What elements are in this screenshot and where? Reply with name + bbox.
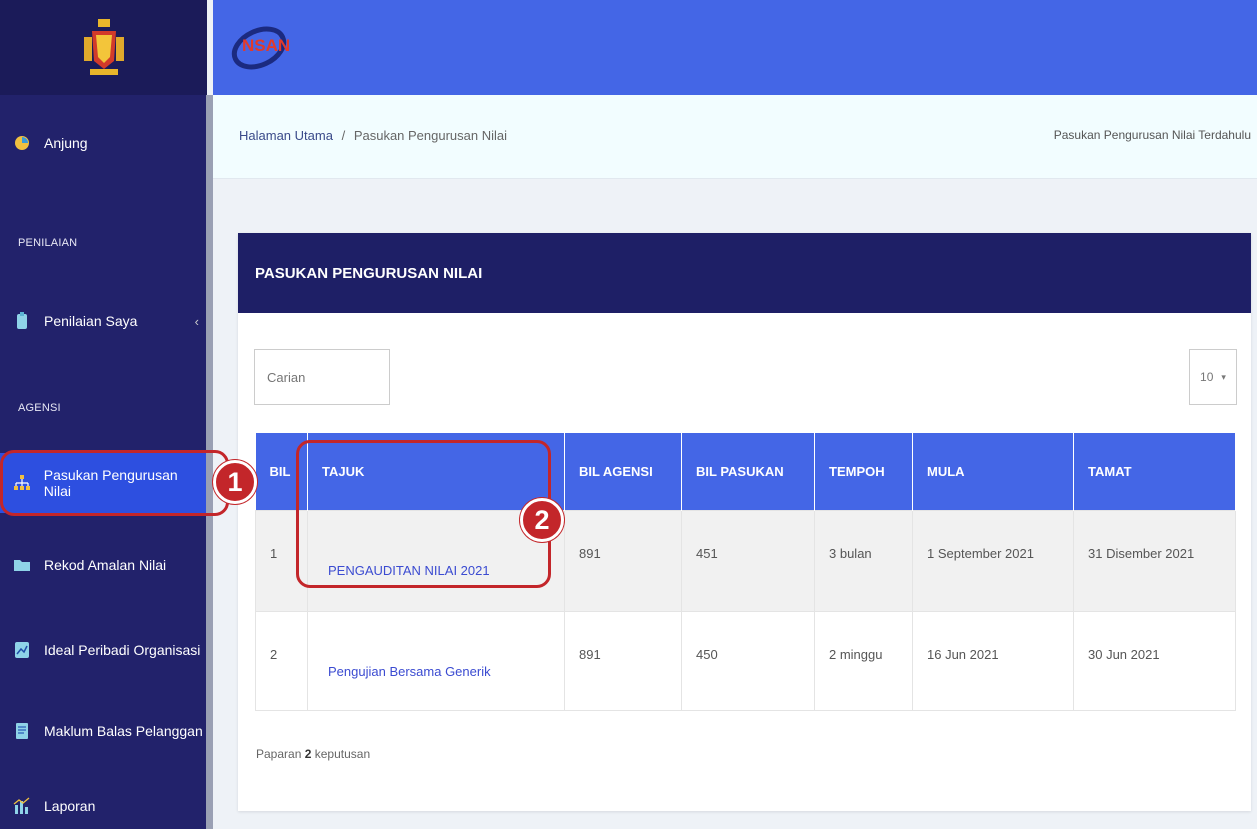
sidebar-item-label: Rekod Amalan Nilai [44, 557, 167, 573]
breadcrumb-current: Pasukan Pengurusan Nilai [353, 128, 508, 143]
sidebar-item-label: Anjung [44, 135, 88, 151]
coat-of-arms-logo [0, 0, 207, 95]
chevron-left-icon: ‹ [194, 313, 199, 329]
column-header-tempoh[interactable]: TEMPOH [814, 433, 913, 510]
breadcrumb: Halaman Utama / Pasukan Pengurusan Nilai [239, 128, 507, 143]
column-header-bil-agensi[interactable]: BIL AGENSI [564, 433, 682, 510]
table-row: 2 Pengujian Bersama Generik 891 450 2 mi… [255, 610, 1236, 711]
sidebar-item-anjung[interactable]: Anjung [0, 125, 207, 161]
sidebar-item-ideal-peribadi-organisasi[interactable]: Ideal Peribadi Organisasi [0, 632, 207, 668]
clipboard-icon [12, 311, 32, 331]
previous-teams-link[interactable]: Pasukan Pengurusan Nilai Terdahulu [1054, 128, 1251, 142]
sidebar-item-maklum-balas-pelanggan[interactable]: Maklum Balas Pelanggan [0, 713, 207, 749]
highlight-box-step-1 [0, 450, 229, 516]
cell-bil-agensi: 891 [564, 509, 682, 612]
column-header-tamat[interactable]: TAMAT [1073, 433, 1236, 510]
cell-bil-pasukan: 451 [681, 509, 815, 612]
sidebar-item-label: Penilaian Saya [44, 313, 138, 329]
cell-tempoh: 2 minggu [814, 610, 913, 711]
highlight-box-step-2 [296, 440, 551, 588]
cell-bil-pasukan: 450 [681, 610, 815, 711]
column-header-bil-pasukan[interactable]: BIL PASUKAN [681, 433, 815, 510]
svg-text:NSAN: NSAN [242, 36, 289, 55]
summary-suffix: keputusan [314, 747, 371, 761]
sidebar-item-label: Maklum Balas Pelanggan [44, 723, 203, 739]
step-badge-1: 1 [213, 460, 257, 504]
page-size-select[interactable]: 10 ▾ [1189, 349, 1237, 405]
chart-icon [12, 640, 32, 660]
breadcrumb-bar: Halaman Utama / Pasukan Pengurusan Nilai… [213, 95, 1257, 179]
nsan-logo: NSAN [229, 18, 290, 76]
cell-tajuk-link[interactable]: Pengujian Bersama Generik [307, 610, 565, 711]
sidebar-item-label: Laporan [44, 798, 96, 814]
cell-tamat: 31 Disember 2021 [1073, 509, 1236, 612]
sidebar-item-penilaian-saya[interactable]: Penilaian Saya ‹ [0, 303, 207, 339]
section-heading-agensi: AGENSI [18, 402, 61, 414]
column-header-mula[interactable]: MULA [912, 433, 1074, 510]
summary-count: 2 [304, 747, 312, 761]
document-icon [12, 721, 32, 741]
breadcrumb-separator: / [341, 128, 346, 143]
section-heading-penilaian: PENILAIAN [18, 237, 78, 249]
page-size-value: 10 [1200, 370, 1214, 384]
search-input[interactable] [254, 349, 390, 405]
top-navbar: NSAN [213, 0, 1257, 95]
sidebar-item-laporan[interactable]: Laporan [0, 788, 207, 824]
breadcrumb-home-link[interactable]: Halaman Utama [239, 128, 333, 143]
bar-chart-icon [12, 796, 32, 816]
dashboard-icon [12, 133, 32, 153]
results-summary: Paparan 2 keputusan [256, 747, 370, 761]
folder-icon [12, 555, 32, 575]
cell-tamat: 30 Jun 2021 [1073, 610, 1236, 711]
cell-bil: 2 [255, 610, 308, 711]
card-title: PASUKAN PENGURUSAN NILAI [238, 233, 1251, 313]
cell-mula: 1 September 2021 [912, 509, 1074, 612]
step-badge-2: 2 [520, 498, 564, 542]
sidebar-item-rekod-amalan-nilai[interactable]: Rekod Amalan Nilai [0, 547, 207, 583]
sidebar: Anjung PENILAIAN Penilaian Saya ‹ AGENSI… [0, 0, 207, 829]
summary-prefix: Paparan [256, 747, 302, 761]
sidebar-item-label: Ideal Peribadi Organisasi [44, 642, 201, 658]
cell-mula: 16 Jun 2021 [912, 610, 1074, 711]
chevron-down-icon: ▾ [1221, 371, 1226, 382]
cell-bil-agensi: 891 [564, 610, 682, 711]
cell-tempoh: 3 bulan [814, 509, 913, 612]
